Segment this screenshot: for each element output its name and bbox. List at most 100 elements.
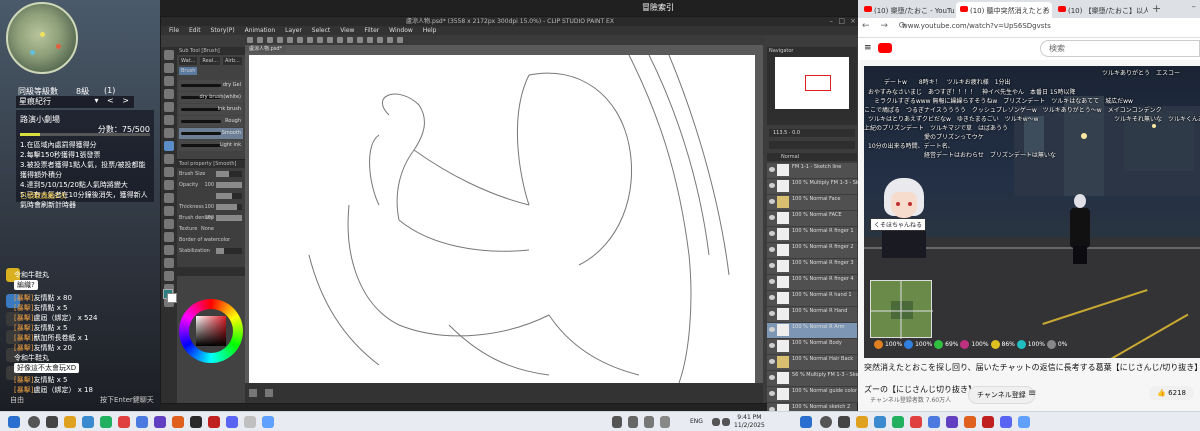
app-icon[interactable] (262, 416, 274, 428)
brush-item-selected[interactable]: Smooth (179, 128, 243, 139)
brush-item[interactable]: Ink brush (179, 104, 243, 115)
app-icon[interactable] (208, 416, 220, 428)
layer-row[interactable]: 100 % Normal R hand 1 (767, 291, 857, 306)
chat-channel[interactable]: 自由 (10, 395, 24, 405)
property-slider[interactable] (216, 193, 242, 199)
subtool-group-tab[interactable]: Brush (179, 67, 198, 75)
brush-item[interactable]: dry brush(white) (179, 92, 243, 103)
new-icon[interactable] (247, 37, 253, 43)
property-slider[interactable] (216, 215, 242, 221)
menu-window[interactable]: Window (389, 26, 413, 35)
visibility-eye-icon[interactable] (769, 391, 775, 396)
gradient-tool-icon[interactable] (164, 219, 174, 229)
layer-row[interactable]: 100 % Normal Hair Back (767, 355, 857, 370)
clear-icon[interactable] (327, 37, 333, 43)
paste-icon[interactable] (317, 37, 323, 43)
volume-icon[interactable] (722, 418, 730, 426)
deselect-icon[interactable] (347, 37, 353, 43)
brush-item[interactable]: dry Gel (179, 80, 243, 91)
close-tab-icon[interactable]: × (1043, 5, 1049, 13)
tool-property-row[interactable]: Border of watercolor (179, 235, 243, 245)
edge-icon[interactable] (874, 416, 886, 428)
edge-icon[interactable] (82, 416, 94, 428)
subtool-group-tab[interactable]: Real... (200, 57, 220, 65)
youtube-logo-icon[interactable] (878, 43, 892, 53)
layer-row[interactable]: 100 % Normal Body (767, 339, 857, 354)
url-input[interactable]: www.youtube.com/watch?v=UpS6SDgvsts (902, 22, 1051, 30)
app-icon[interactable] (244, 416, 256, 428)
discord-icon[interactable] (226, 416, 238, 428)
explorer-icon[interactable] (856, 416, 868, 428)
brush-item[interactable]: Rough (179, 116, 243, 127)
quest-controls[interactable]: ▾ < > (94, 96, 132, 105)
browser-tab-active[interactable]: (10) 聽中突然消えたとお × (956, 2, 1052, 18)
maximize-icon[interactable]: □ (838, 17, 845, 26)
search-icon[interactable] (820, 416, 832, 428)
frame-tool-icon[interactable] (164, 245, 174, 255)
layer-row[interactable]: 100 % Normal FACE (767, 211, 857, 226)
menu-story[interactable]: Story(P) (211, 26, 235, 35)
tool-property-row[interactable]: Opacity 100 (179, 180, 243, 190)
visibility-eye-icon[interactable] (769, 327, 775, 332)
app-icon[interactable] (946, 416, 958, 428)
app-icon[interactable] (172, 416, 184, 428)
decoration-tool-icon[interactable] (164, 167, 174, 177)
layer-row[interactable]: 100 % Multiply FM 1-3 - Sketch line (767, 179, 880, 194)
close-icon[interactable]: × (850, 17, 856, 26)
layer-row[interactable]: 100 % Normal R finger 2 (767, 243, 857, 258)
select-tool-icon[interactable] (164, 76, 174, 86)
tool-property-row[interactable]: Thickness 100 (179, 202, 243, 212)
invert-icon[interactable] (357, 37, 363, 43)
tray-icon[interactable] (612, 416, 622, 428)
chrome-icon[interactable] (928, 416, 940, 428)
text-tool-icon[interactable] (164, 271, 174, 281)
canvas[interactable] (249, 55, 755, 383)
more-menu-icon[interactable]: ≡ (1028, 388, 1036, 399)
layer-blend-mode[interactable]: Normal (767, 153, 857, 161)
property-slider[interactable] (216, 248, 242, 254)
brush-tool-icon[interactable] (164, 141, 174, 151)
app-icon[interactable] (190, 416, 202, 428)
layer-row[interactable]: 100 % Normal guide color (767, 387, 857, 402)
video-player[interactable]: ツルキありがとう エスコー デートw 8時キ！ ツルキお疲れ様 1分出 おやすみ… (864, 66, 1200, 358)
app-icon[interactable] (982, 416, 994, 428)
visibility-eye-icon[interactable] (769, 311, 775, 316)
minimap[interactable] (6, 2, 78, 74)
tray-icon[interactable] (628, 416, 638, 428)
like-button[interactable]: 👍 6218 (1149, 386, 1194, 400)
window-controls[interactable]: – (1192, 2, 1197, 12)
pencil-tool-icon[interactable] (164, 128, 174, 138)
youtube-menu-icon[interactable]: ≡ (864, 43, 872, 53)
pen-tool-icon[interactable] (164, 115, 174, 125)
start-icon[interactable] (8, 416, 20, 428)
color-wheel[interactable] (179, 299, 243, 363)
taskview-icon[interactable] (46, 416, 58, 428)
tool-property-row[interactable]: Texture None (179, 224, 243, 234)
copy-icon[interactable] (307, 37, 313, 43)
visibility-eye-icon[interactable] (769, 279, 775, 284)
tray-icon[interactable] (644, 416, 654, 428)
rotate-icon[interactable] (249, 389, 257, 397)
language-indicator[interactable]: ENG (690, 418, 703, 425)
document-tab[interactable]: 盧涼人物.psd* (245, 45, 287, 53)
subtool-group-tab[interactable]: Wat... (179, 57, 198, 65)
layer-row[interactable]: 100 % Normal Face (767, 195, 857, 210)
navigator-preview[interactable] (775, 57, 849, 109)
sub-color-swatch[interactable] (167, 293, 177, 303)
minimize-icon[interactable]: – (830, 17, 834, 26)
brush-item[interactable]: Light ink (179, 140, 243, 151)
firefox-icon[interactable] (118, 416, 130, 428)
layer-row[interactable]: 100 % Normal R finger 4 (767, 275, 857, 290)
chrome-icon[interactable] (136, 416, 148, 428)
visibility-eye-icon[interactable] (769, 183, 775, 188)
zoom-tool-icon[interactable] (164, 50, 174, 60)
layer-row[interactable]: 100 % Normal R Hand (767, 307, 857, 322)
menu-filter[interactable]: Filter (364, 26, 379, 35)
snap-icon[interactable] (367, 37, 373, 43)
color-palette-tabs[interactable] (177, 267, 245, 276)
figure-tool-icon[interactable] (164, 232, 174, 242)
fill-tool-icon[interactable] (164, 206, 174, 216)
tool-property-row[interactable] (179, 191, 243, 201)
layer-row[interactable]: 100 % Normal R finger 3 (767, 259, 857, 274)
search-icon[interactable] (28, 416, 40, 428)
